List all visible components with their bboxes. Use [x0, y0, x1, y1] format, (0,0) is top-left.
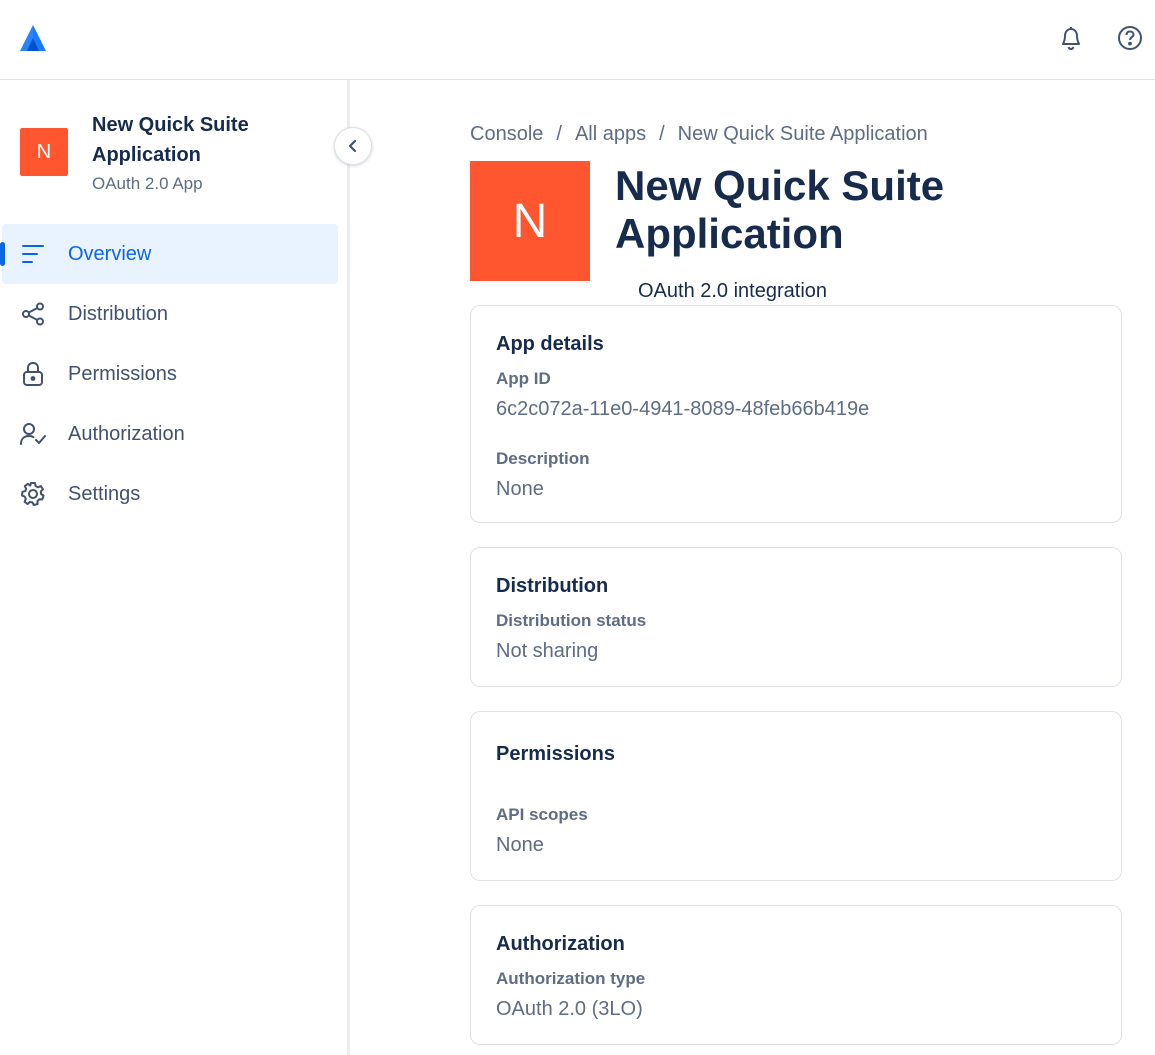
gear-icon [20, 481, 46, 507]
card-title: App details [496, 333, 604, 355]
sidebar-item-permissions[interactable]: Permissions [0, 344, 340, 404]
app-id-label: App ID [496, 369, 551, 388]
atlassian-logo-icon[interactable] [18, 24, 48, 52]
authorization-type-label: Authorization type [496, 969, 646, 988]
distribution-status-label: Distribution status [496, 611, 647, 630]
api-scopes-value: None [496, 834, 544, 856]
share-icon [20, 301, 46, 327]
sidebar: N New Quick Suite Application OAuth 2.0 … [0, 80, 372, 1055]
card-title: Authorization [496, 933, 625, 955]
breadcrumb-separator: / [556, 123, 562, 145]
sidebar-item-settings[interactable]: Settings [0, 464, 340, 524]
distribution-card: Distribution Distribution status Not sha… [470, 547, 1122, 687]
app-details-card: App details App ID 6c2c072a-11e0-4941-80… [470, 305, 1122, 523]
page-title: New Quick Suite Application [615, 162, 945, 257]
description-label: Description [496, 449, 590, 468]
sidebar-item-label: Settings [68, 482, 141, 505]
help-icon[interactable] [1116, 24, 1144, 52]
sidebar-item-authorization[interactable]: Authorization [0, 404, 340, 464]
lock-icon [20, 361, 46, 387]
api-scopes-label: API scopes [496, 805, 588, 824]
sidebar-item-overview[interactable]: Overview [0, 224, 338, 284]
breadcrumb-separator: / [659, 123, 665, 145]
breadcrumb-all-apps-link[interactable]: All apps [575, 123, 646, 145]
sidebar-app-type: OAuth 2.0 App [92, 174, 203, 193]
breadcrumb-console-link[interactable]: Console [470, 123, 543, 145]
card-title: Distribution [496, 575, 609, 597]
chevron-left-icon [348, 139, 357, 153]
sidebar-app-name: New Quick Suite Application [92, 114, 249, 166]
collapse-sidebar-button[interactable] [334, 127, 372, 165]
distribution-status-value: Not sharing [496, 640, 599, 662]
overview-icon [20, 241, 46, 267]
page-subtitle: OAuth 2.0 integration [638, 280, 828, 302]
sidebar-item-distribution[interactable]: Distribution [0, 284, 340, 344]
card-title: Permissions [496, 743, 615, 765]
app-id-value: 6c2c072a-11e0-4941-8089-48feb66b419e [496, 398, 870, 420]
description-value: None [496, 478, 544, 500]
sidebar-item-label: Distribution [68, 302, 169, 325]
user-check-icon [20, 421, 46, 447]
sidebar-nav: Overview Distribution Permissions Author… [0, 224, 340, 524]
top-bar [0, 0, 1155, 80]
permissions-card: Permissions API scopes None [470, 711, 1122, 881]
authorization-card: Authorization Authorization type OAuth 2… [470, 905, 1122, 1045]
sidebar-item-label: Overview [68, 242, 152, 265]
app-avatar: N [20, 128, 68, 176]
sidebar-item-label: Permissions [68, 362, 177, 385]
authorization-type-value: OAuth 2.0 (3LO) [496, 998, 643, 1020]
sidebar-item-label: Authorization [68, 422, 185, 445]
breadcrumb: Console / All apps / New Quick Suite Applica… [470, 123, 928, 146]
bell-icon[interactable] [1057, 24, 1085, 52]
app-hero-avatar: N [470, 161, 590, 281]
breadcrumb-current-app[interactable]: New Quick Suite Application [678, 123, 928, 145]
